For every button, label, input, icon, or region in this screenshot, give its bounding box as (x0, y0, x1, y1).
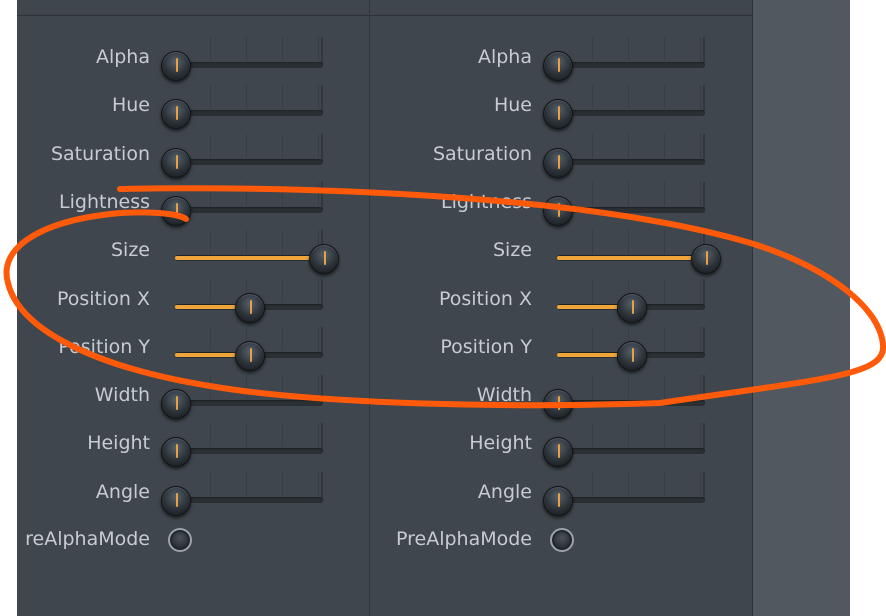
hand-drawn-annotation-circle (3, 185, 886, 409)
